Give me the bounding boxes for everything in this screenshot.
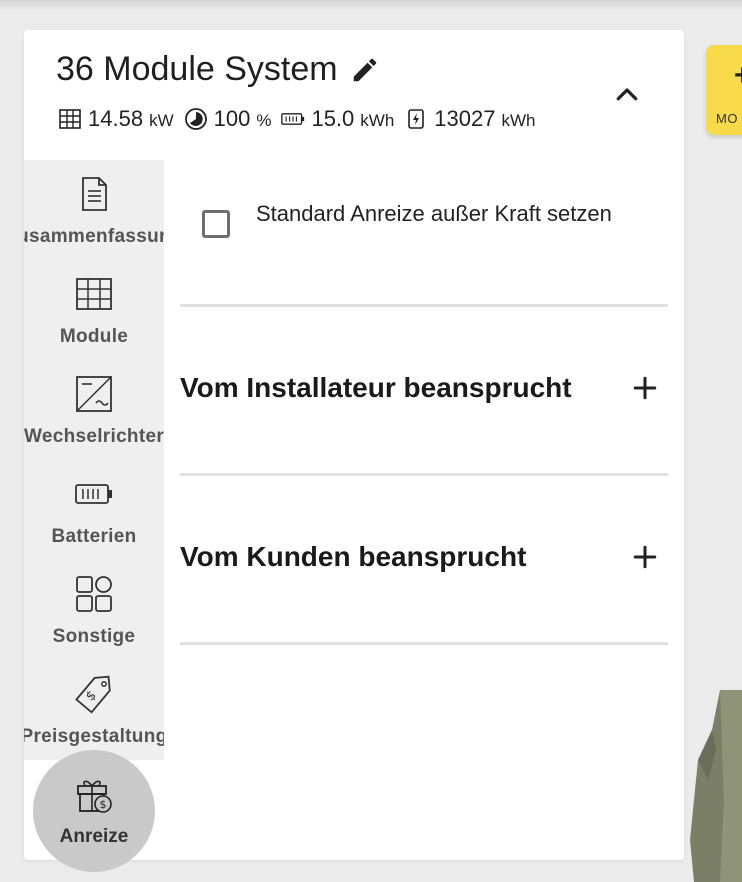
stat-battery-unit: kWh [360, 111, 395, 130]
sidebar-item-preisgestaltung[interactable]: $ Preisgestaltung [24, 660, 164, 760]
battery-icon [281, 113, 305, 125]
svg-text:$: $ [100, 798, 107, 811]
sidebar-item-label: Wechselrichter [24, 426, 164, 447]
sidebar-item-label: Zusammenfassung [24, 226, 164, 247]
plus-icon[interactable] [632, 375, 658, 401]
solar-panel-icon [59, 109, 81, 129]
energy-bolt-icon [408, 109, 425, 129]
sidebar: Zusammenfassung Module Wechselrichter [24, 160, 164, 760]
stat-energy-unit: kWh [501, 111, 536, 130]
sidebar-item-anreize[interactable]: $ Anreize [33, 750, 155, 872]
stat-energy-value: 13027 [434, 106, 496, 131]
sidebar-item-sonstige[interactable]: Sonstige [24, 560, 164, 660]
sidebar-item-label: Module [59, 326, 129, 347]
sidebar-item-module[interactable]: Module [24, 260, 164, 360]
stat-power-value: 14.58 [88, 106, 144, 131]
stat-offset-value: 100 [213, 106, 251, 131]
system-panel: 36 Module System 14.58 kW 100 % 15.0 kWh… [24, 30, 684, 872]
divider [180, 642, 668, 645]
system-title: 36 Module System [56, 50, 338, 88]
stat-offset: 100 % [184, 106, 272, 132]
plus-icon[interactable] [632, 544, 658, 570]
section-title: Vom Installateur beansprucht [180, 372, 572, 403]
add-icon: + [734, 59, 742, 93]
section-installer-claimed[interactable]: Vom Installateur beansprucht [180, 372, 668, 404]
system-header: 36 Module System 14.58 kW 100 % 15.0 kWh… [24, 30, 684, 160]
stat-offset-unit: % [256, 111, 272, 130]
sidebar-item-batterien[interactable]: Batterien [24, 460, 164, 560]
stat-battery: 15.0 kWh [281, 106, 394, 132]
sidebar-item-zusammenfassung[interactable]: Zusammenfassung [24, 160, 164, 260]
stat-power: 14.58 kW [58, 106, 174, 132]
sidebar-item-wechselrichter[interactable]: Wechselrichter [24, 360, 164, 460]
divider [180, 473, 668, 476]
pencil-icon[interactable] [350, 55, 380, 85]
inverter-icon [76, 376, 112, 412]
document-icon [82, 177, 107, 211]
module-card-label: MO [716, 111, 738, 126]
sidebar-item-label: Sonstige [52, 626, 136, 647]
stat-power-unit: kW [149, 111, 174, 130]
gift-dollar-icon: $ [77, 780, 112, 813]
offset-pie-icon [184, 108, 207, 130]
svg-text:$: $ [83, 688, 99, 704]
override-incentives-row[interactable]: Standard Anreize außer Kraft setzen [202, 200, 642, 238]
grid-shapes-icon [76, 576, 112, 612]
divider [180, 304, 668, 307]
override-incentives-label: Standard Anreize außer Kraft setzen [256, 201, 612, 226]
sidebar-item-label: Batterien [51, 526, 137, 547]
solar-panel-icon [76, 278, 112, 310]
stat-battery-value: 15.0 [311, 106, 355, 131]
battery-icon [75, 484, 112, 504]
chevron-up-icon[interactable] [612, 80, 642, 110]
top-shadow [0, 0, 742, 10]
stat-energy: 13027 kWh [404, 106, 535, 132]
system-stats: 14.58 kW 100 % 15.0 kWh 13027 kWh [58, 106, 545, 132]
sidebar-item-label: Preisgestaltung [24, 726, 164, 747]
section-title: Vom Kunden beansprucht [180, 541, 527, 572]
price-tag-icon: $ [75, 675, 111, 714]
module-add-card[interactable]: + MO [706, 45, 742, 135]
3d-model-fragment [690, 690, 742, 882]
section-customer-claimed[interactable]: Vom Kunden beansprucht [180, 541, 668, 573]
override-incentives-checkbox[interactable] [202, 210, 230, 238]
sidebar-item-label: Anreize [59, 826, 129, 847]
